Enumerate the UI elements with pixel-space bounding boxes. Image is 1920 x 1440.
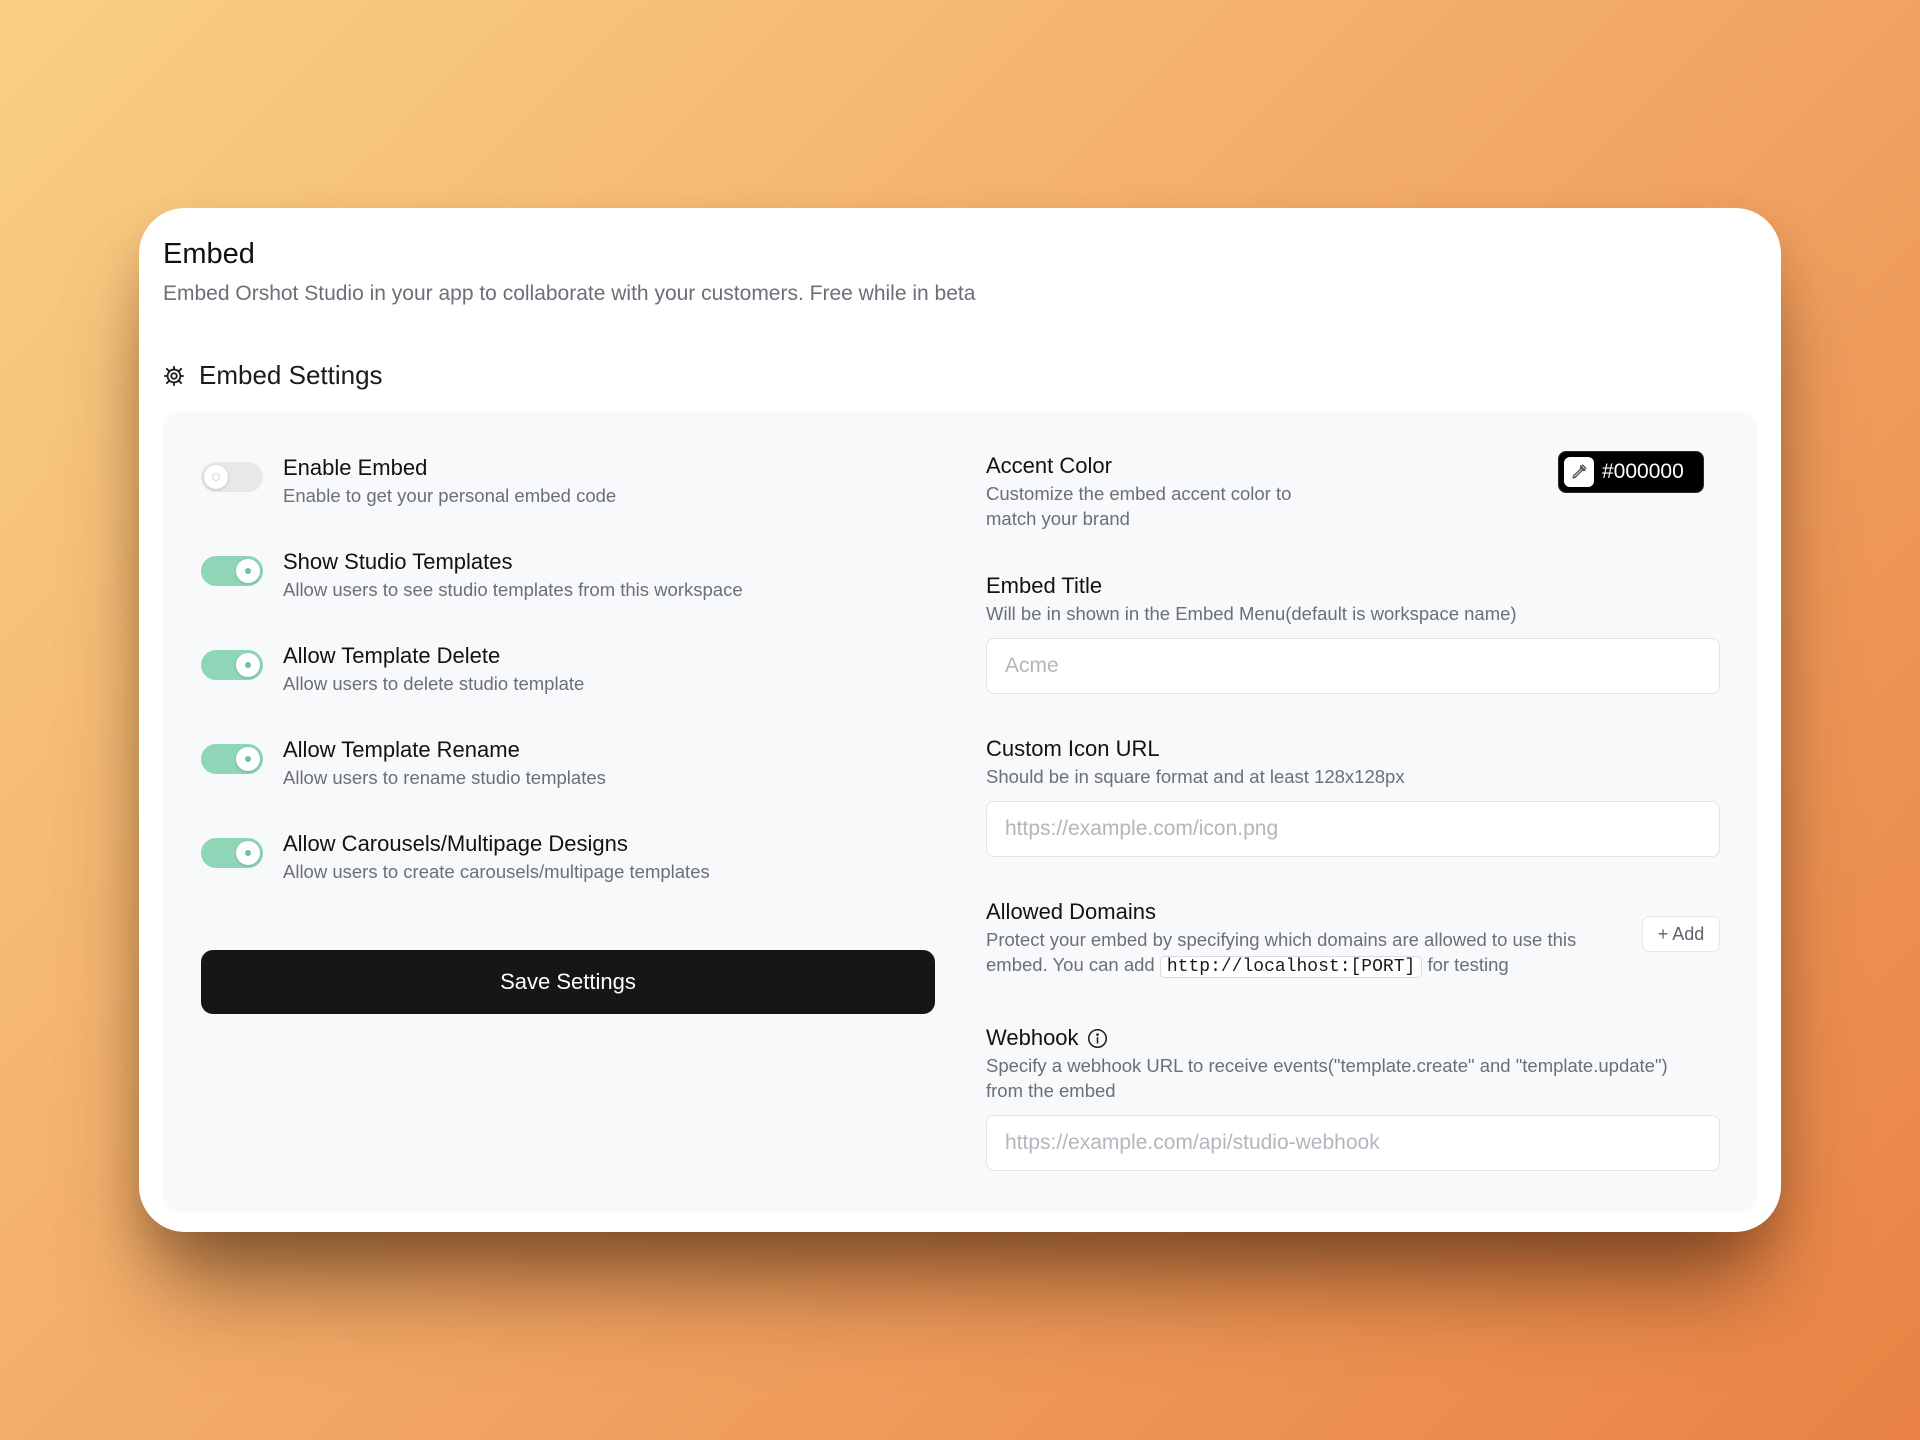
allowed-domains-description-suffix: for testing: [1427, 954, 1509, 975]
webhook-url-input[interactable]: [986, 1115, 1720, 1171]
embed-title-label: Embed Title: [986, 573, 1103, 598]
custom-icon-url-description: Should be in square format and at least …: [986, 766, 1405, 787]
toggle-knob: [236, 747, 260, 771]
toggle-text: Allow Template Rename Allow users to ren…: [283, 736, 606, 791]
webhook-label: Webhook: [986, 1025, 1079, 1050]
toggle-row-allow-template-delete: Allow Template Delete Allow users to del…: [201, 642, 584, 697]
toggle-description: Allow users to see studio templates from…: [283, 579, 743, 600]
embed-title-field: Embed Title Will be in shown in the Embe…: [986, 572, 1720, 694]
webhook-description-line: Specify a webhook URL to receive events(…: [986, 1055, 1668, 1076]
embed-title-description: Will be in shown in the Embed Menu(defau…: [986, 603, 1517, 624]
accent-color-description-line: match your brand: [986, 508, 1130, 529]
toggle-row-enable-embed: Enable Embed Enable to get your personal…: [201, 454, 616, 509]
allowed-domains-label: Allowed Domains: [986, 899, 1156, 924]
toggle-text: Allow Carousels/Multipage Designs Allow …: [283, 830, 710, 885]
allowed-domains-description-line: embed. You can add http://localhost:[POR…: [986, 952, 1626, 980]
embed-title-input[interactable]: [986, 638, 1720, 694]
custom-icon-url-label: Custom Icon URL: [986, 736, 1160, 761]
section-title: Embed Settings: [199, 360, 383, 390]
toggle-text: Allow Template Delete Allow users to del…: [283, 642, 584, 697]
allow-template-delete-toggle[interactable]: [201, 650, 263, 680]
page-title: Embed: [163, 238, 255, 270]
allow-carousels-toggle[interactable]: [201, 838, 263, 868]
gear-icon: [163, 365, 185, 387]
accent-color-value: #000000: [1602, 460, 1684, 483]
add-domain-button[interactable]: + Add: [1642, 916, 1720, 952]
toggle-label: Allow Template Delete: [283, 643, 501, 668]
info-icon[interactable]: [1087, 1028, 1108, 1049]
toggle-knob: [236, 653, 260, 677]
toggle-description: Allow users to create carousels/multipag…: [283, 861, 710, 882]
toggle-label: Allow Template Rename: [283, 737, 520, 762]
allowed-domains-description-prefix: embed. You can add: [986, 954, 1155, 975]
section-header: Embed Settings: [163, 360, 383, 391]
page-subtitle: Embed Orshot Studio in your app to colla…: [163, 282, 976, 305]
toggle-knob: [236, 841, 260, 865]
toggle-description: Enable to get your personal embed code: [283, 485, 617, 506]
toggle-description: Allow users to delete studio template: [283, 673, 585, 694]
toggle-knob: [236, 559, 260, 583]
settings-card: Embed Embed Orshot Studio in your app to…: [139, 208, 1781, 1232]
webhook-field: Webhook Specify a webhook URL to receive…: [986, 1024, 1720, 1171]
allowed-domains-field: Allowed Domains Protect your embed by sp…: [986, 898, 1626, 980]
localhost-code: http://localhost:[PORT]: [1159, 956, 1423, 978]
custom-icon-url-field: Custom Icon URL Should be in square form…: [986, 735, 1720, 857]
enable-embed-toggle[interactable]: [201, 462, 263, 492]
show-studio-templates-toggle[interactable]: [201, 556, 263, 586]
settings-panel: Enable Embed Enable to get your personal…: [163, 412, 1757, 1212]
webhook-label-row: Webhook: [986, 1024, 1720, 1052]
toggle-label: Enable Embed: [283, 455, 428, 480]
toggle-row-allow-carousels: Allow Carousels/Multipage Designs Allow …: [201, 830, 710, 885]
save-settings-button[interactable]: Save Settings: [201, 950, 935, 1014]
toggle-label: Show Studio Templates: [283, 549, 513, 574]
toggle-text: Enable Embed Enable to get your personal…: [283, 454, 616, 509]
toggle-text: Show Studio Templates Allow users to see…: [283, 548, 743, 603]
custom-icon-url-input[interactable]: [986, 801, 1720, 857]
allowed-domains-description: Protect your embed by specifying which d…: [986, 927, 1626, 980]
toggle-label: Allow Carousels/Multipage Designs: [283, 831, 628, 856]
toggle-row-show-studio-templates: Show Studio Templates Allow users to see…: [201, 548, 743, 603]
toggle-description: Allow users to rename studio templates: [283, 767, 606, 788]
accent-color-picker[interactable]: #000000: [1558, 451, 1704, 493]
allowed-domains-description-line: Protect your embed by specifying which d…: [986, 929, 1577, 950]
webhook-description-line: from the embed: [986, 1080, 1116, 1101]
allow-template-rename-toggle[interactable]: [201, 744, 263, 774]
toggle-knob: [204, 465, 228, 489]
webhook-description: Specify a webhook URL to receive events(…: [986, 1053, 1720, 1103]
eyedropper-icon: [1564, 457, 1594, 487]
toggle-row-allow-template-rename: Allow Template Rename Allow users to ren…: [201, 736, 606, 791]
